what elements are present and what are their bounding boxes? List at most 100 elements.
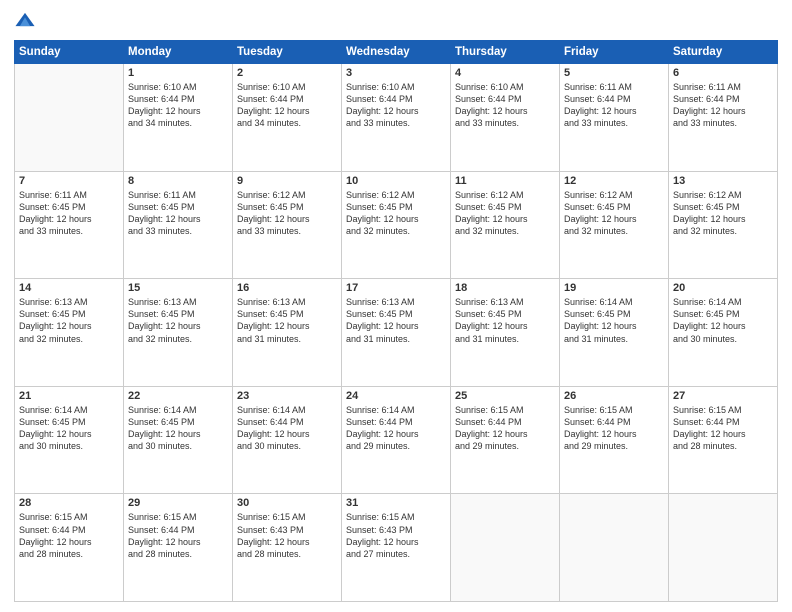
calendar-cell	[15, 64, 124, 172]
calendar-cell: 29 Sunrise: 6:15 AM Sunset: 6:44 PM Dayli…	[124, 494, 233, 602]
cell-content: Sunrise: 6:15 AM Sunset: 6:44 PM Dayligh…	[19, 511, 119, 560]
calendar-cell: 11Sunrise: 6:12 AM Sunset: 6:45 PM Dayli…	[451, 171, 560, 279]
cell-content: Sunrise: 6:12 AM Sunset: 6:45 PM Dayligh…	[346, 189, 446, 238]
day-number: 2	[237, 67, 337, 79]
logo-icon	[14, 10, 36, 32]
day-number: 7	[19, 175, 119, 187]
day-number: 3	[346, 67, 446, 79]
cell-content: Sunrise: 6:12 AM Sunset: 6:45 PM Dayligh…	[564, 189, 664, 238]
cell-content: Sunrise: 6:15 AM Sunset: 6:44 PM Dayligh…	[564, 404, 664, 453]
cell-content: Sunrise: 6:15 AM Sunset: 6:44 PM Dayligh…	[673, 404, 773, 453]
weekday-header-saturday: Saturday	[669, 41, 778, 64]
calendar-cell: 23 Sunrise: 6:14 AM Sunset: 6:44 PM Dayli…	[233, 386, 342, 494]
day-number: 27	[673, 390, 773, 402]
day-number: 28	[19, 497, 119, 509]
cell-content: Sunrise: 6:14 AM Sunset: 6:44 PM Dayligh…	[237, 404, 337, 453]
calendar-cell: 15 Sunrise: 6:13 AM Sunset: 6:45 PM Dayli…	[124, 279, 233, 387]
day-number: 18	[455, 282, 555, 294]
page: SundayMondayTuesdayWednesdayThursdayFrid…	[0, 0, 792, 612]
cell-content: Sunrise: 6:14 AM Sunset: 6:45 PM Dayligh…	[19, 404, 119, 453]
calendar-cell: 14 Sunrise: 6:13 AM Sunset: 6:45 PM Dayli…	[15, 279, 124, 387]
day-number: 9	[237, 175, 337, 187]
calendar-cell: 7 Sunrise: 6:11 AM Sunset: 6:45 PM Daylig…	[15, 171, 124, 279]
cell-content: Sunrise: 6:14 AM Sunset: 6:45 PM Dayligh…	[673, 296, 773, 345]
calendar-week-3: 14 Sunrise: 6:13 AM Sunset: 6:45 PM Dayli…	[15, 279, 778, 387]
day-number: 20	[673, 282, 773, 294]
cell-content: Sunrise: 6:14 AM Sunset: 6:45 PM Dayligh…	[128, 404, 228, 453]
header	[14, 10, 778, 32]
cell-content: Sunrise: 6:15 AM Sunset: 6:44 PM Dayligh…	[128, 511, 228, 560]
cell-content: Sunrise: 6:15 AM Sunset: 6:43 PM Dayligh…	[237, 511, 337, 560]
day-number: 4	[455, 67, 555, 79]
day-number: 30	[237, 497, 337, 509]
cell-content: Sunrise: 6:13 AM Sunset: 6:45 PM Dayligh…	[19, 296, 119, 345]
day-number: 26	[564, 390, 664, 402]
cell-content: Sunrise: 6:13 AM Sunset: 6:45 PM Dayligh…	[128, 296, 228, 345]
day-number: 11	[455, 175, 555, 187]
day-number: 21	[19, 390, 119, 402]
calendar-cell: 3 Sunrise: 6:10 AM Sunset: 6:44 PM Daylig…	[342, 64, 451, 172]
calendar-cell: 6 Sunrise: 6:11 AM Sunset: 6:44 PM Daylig…	[669, 64, 778, 172]
day-number: 19	[564, 282, 664, 294]
cell-content: Sunrise: 6:11 AM Sunset: 6:45 PM Dayligh…	[128, 189, 228, 238]
calendar-cell: 9 Sunrise: 6:12 AM Sunset: 6:45 PM Daylig…	[233, 171, 342, 279]
day-number: 24	[346, 390, 446, 402]
day-number: 29	[128, 497, 228, 509]
weekday-header-friday: Friday	[560, 41, 669, 64]
calendar-cell: 24 Sunrise: 6:14 AM Sunset: 6:44 PM Dayli…	[342, 386, 451, 494]
calendar-cell: 10 Sunrise: 6:12 AM Sunset: 6:45 PM Dayli…	[342, 171, 451, 279]
day-number: 22	[128, 390, 228, 402]
calendar-cell: 27 Sunrise: 6:15 AM Sunset: 6:44 PM Dayli…	[669, 386, 778, 494]
cell-content: Sunrise: 6:12 AM Sunset: 6:45 PM Dayligh…	[673, 189, 773, 238]
calendar-cell: 30 Sunrise: 6:15 AM Sunset: 6:43 PM Dayli…	[233, 494, 342, 602]
day-number: 25	[455, 390, 555, 402]
calendar-cell: 8 Sunrise: 6:11 AM Sunset: 6:45 PM Daylig…	[124, 171, 233, 279]
day-number: 14	[19, 282, 119, 294]
calendar-cell: 22 Sunrise: 6:14 AM Sunset: 6:45 PM Dayli…	[124, 386, 233, 494]
cell-content: Sunrise: 6:13 AM Sunset: 6:45 PM Dayligh…	[237, 296, 337, 345]
cell-content: Sunrise: 6:12 AM Sunset: 6:45 PM Dayligh…	[237, 189, 337, 238]
calendar-cell: 12 Sunrise: 6:12 AM Sunset: 6:45 PM Dayli…	[560, 171, 669, 279]
calendar-cell	[560, 494, 669, 602]
weekday-header-sunday: Sunday	[15, 41, 124, 64]
weekday-header-monday: Monday	[124, 41, 233, 64]
cell-content: Sunrise: 6:14 AM Sunset: 6:44 PM Dayligh…	[346, 404, 446, 453]
cell-content: Sunrise: 6:15 AM Sunset: 6:44 PM Dayligh…	[455, 404, 555, 453]
calendar-cell: 5Sunrise: 6:11 AM Sunset: 6:44 PM Daylig…	[560, 64, 669, 172]
day-number: 17	[346, 282, 446, 294]
day-number: 23	[237, 390, 337, 402]
calendar-cell: 28 Sunrise: 6:15 AM Sunset: 6:44 PM Dayli…	[15, 494, 124, 602]
weekday-header-wednesday: Wednesday	[342, 41, 451, 64]
day-number: 6	[673, 67, 773, 79]
calendar-week-1: 1 Sunrise: 6:10 AM Sunset: 6:44 PM Daylig…	[15, 64, 778, 172]
cell-content: Sunrise: 6:15 AM Sunset: 6:43 PM Dayligh…	[346, 511, 446, 560]
day-number: 16	[237, 282, 337, 294]
calendar-cell	[451, 494, 560, 602]
calendar-table: SundayMondayTuesdayWednesdayThursdayFrid…	[14, 40, 778, 602]
cell-content: Sunrise: 6:10 AM Sunset: 6:44 PM Dayligh…	[346, 81, 446, 130]
day-number: 8	[128, 175, 228, 187]
weekday-header-row: SundayMondayTuesdayWednesdayThursdayFrid…	[15, 41, 778, 64]
cell-content: Sunrise: 6:11 AM Sunset: 6:44 PM Dayligh…	[673, 81, 773, 130]
cell-content: Sunrise: 6:13 AM Sunset: 6:45 PM Dayligh…	[346, 296, 446, 345]
weekday-header-thursday: Thursday	[451, 41, 560, 64]
day-number: 1	[128, 67, 228, 79]
calendar-cell: 4 Sunrise: 6:10 AM Sunset: 6:44 PM Daylig…	[451, 64, 560, 172]
cell-content: Sunrise: 6:10 AM Sunset: 6:44 PM Dayligh…	[455, 81, 555, 130]
calendar-week-2: 7 Sunrise: 6:11 AM Sunset: 6:45 PM Daylig…	[15, 171, 778, 279]
calendar-cell: 18Sunrise: 6:13 AM Sunset: 6:45 PM Dayli…	[451, 279, 560, 387]
calendar-week-4: 21 Sunrise: 6:14 AM Sunset: 6:45 PM Dayli…	[15, 386, 778, 494]
calendar-cell: 1Sunrise: 6:10 AM Sunset: 6:44 PM Daylig…	[124, 64, 233, 172]
day-number: 12	[564, 175, 664, 187]
calendar-cell: 26 Sunrise: 6:15 AM Sunset: 6:44 PM Dayli…	[560, 386, 669, 494]
calendar-cell: 17 Sunrise: 6:13 AM Sunset: 6:45 PM Dayli…	[342, 279, 451, 387]
cell-content: Sunrise: 6:11 AM Sunset: 6:45 PM Dayligh…	[19, 189, 119, 238]
calendar-cell: 2Sunrise: 6:10 AM Sunset: 6:44 PM Daylig…	[233, 64, 342, 172]
calendar-cell: 16 Sunrise: 6:13 AM Sunset: 6:45 PM Dayli…	[233, 279, 342, 387]
calendar-cell: 13Sunrise: 6:12 AM Sunset: 6:45 PM Dayli…	[669, 171, 778, 279]
logo	[14, 10, 40, 32]
day-number: 15	[128, 282, 228, 294]
day-number: 10	[346, 175, 446, 187]
calendar-cell: 19Sunrise: 6:14 AM Sunset: 6:45 PM Dayli…	[560, 279, 669, 387]
calendar-cell: 21 Sunrise: 6:14 AM Sunset: 6:45 PM Dayli…	[15, 386, 124, 494]
